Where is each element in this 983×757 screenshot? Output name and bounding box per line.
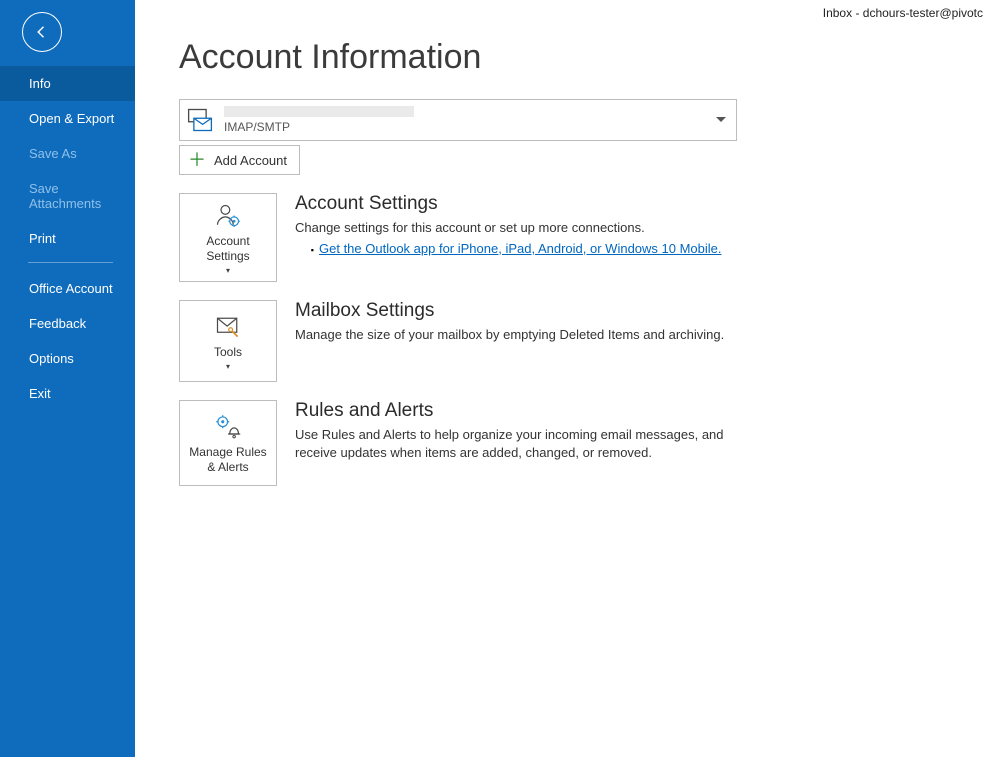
main-content: Account Information IMAP/SMTP ＋ Add Acco…: [135, 0, 983, 757]
backstage-sidebar: Info Open & Export Save As Save Attachme…: [0, 0, 135, 757]
section-desc: Use Rules and Alerts to help organize yo…: [295, 426, 725, 461]
account-settings-tile[interactable]: Account Settings ▾: [179, 193, 277, 282]
add-account-label: Add Account: [214, 153, 287, 168]
nav-label: Info: [29, 76, 51, 91]
nav-info[interactable]: Info: [0, 66, 135, 101]
nav-print[interactable]: Print: [0, 221, 135, 256]
mailbox-tools-icon: [213, 313, 243, 341]
tile-label: Tools: [214, 345, 242, 360]
nav-options[interactable]: Options: [0, 341, 135, 376]
nav-label: Save Attachments: [29, 181, 101, 211]
plus-icon: ＋: [188, 151, 206, 169]
nav-exit[interactable]: Exit: [0, 376, 135, 411]
manage-rules-tile[interactable]: Manage Rules & Alerts: [179, 400, 277, 486]
chevron-down-icon: ▾: [226, 266, 230, 275]
section-desc: Change settings for this account or set …: [295, 219, 722, 237]
nav-save-attachments: Save Attachments: [0, 171, 135, 221]
nav-open-export[interactable]: Open & Export: [0, 101, 135, 136]
nav-office-account[interactable]: Office Account: [0, 271, 135, 306]
add-account-button[interactable]: ＋ Add Account: [179, 145, 300, 175]
nav-feedback[interactable]: Feedback: [0, 306, 135, 341]
person-gear-icon: [213, 202, 243, 230]
tools-tile[interactable]: Tools ▾: [179, 300, 277, 382]
back-button[interactable]: [22, 12, 62, 52]
nav-label: Options: [29, 351, 74, 366]
section-account-settings: Account Settings ▾ Account Settings Chan…: [179, 193, 943, 282]
tile-label: Account Settings: [184, 234, 272, 264]
chevron-down-icon: ▾: [226, 362, 230, 371]
page-title: Account Information: [179, 38, 943, 77]
section-title: Rules and Alerts: [295, 400, 725, 422]
chevron-down-icon: [716, 117, 726, 123]
section-rules-alerts: Manage Rules & Alerts Rules and Alerts U…: [179, 400, 943, 486]
section-desc: Manage the size of your mailbox by empty…: [295, 326, 724, 344]
account-email-redacted: [224, 106, 414, 117]
account-selector[interactable]: IMAP/SMTP: [179, 99, 737, 141]
rules-alerts-icon: [213, 413, 243, 441]
nav-label: Open & Export: [29, 111, 114, 126]
section-mailbox-settings: Tools ▾ Mailbox Settings Manage the size…: [179, 300, 943, 382]
get-outlook-app-link[interactable]: Get the Outlook app for iPhone, iPad, An…: [319, 241, 722, 256]
nav-separator: [28, 262, 113, 263]
back-arrow-icon: [33, 23, 51, 41]
section-title: Account Settings: [295, 193, 722, 215]
tile-label: Manage Rules & Alerts: [184, 445, 272, 475]
nav-label: Feedback: [29, 316, 86, 331]
nav-label: Print: [29, 231, 56, 246]
nav-label: Save As: [29, 146, 77, 161]
account-type: IMAP/SMTP: [224, 121, 414, 135]
nav-save-as: Save As: [0, 136, 135, 171]
nav-label: Exit: [29, 386, 51, 401]
mail-account-icon: [186, 106, 214, 134]
section-title: Mailbox Settings: [295, 300, 724, 322]
nav-label: Office Account: [29, 281, 113, 296]
